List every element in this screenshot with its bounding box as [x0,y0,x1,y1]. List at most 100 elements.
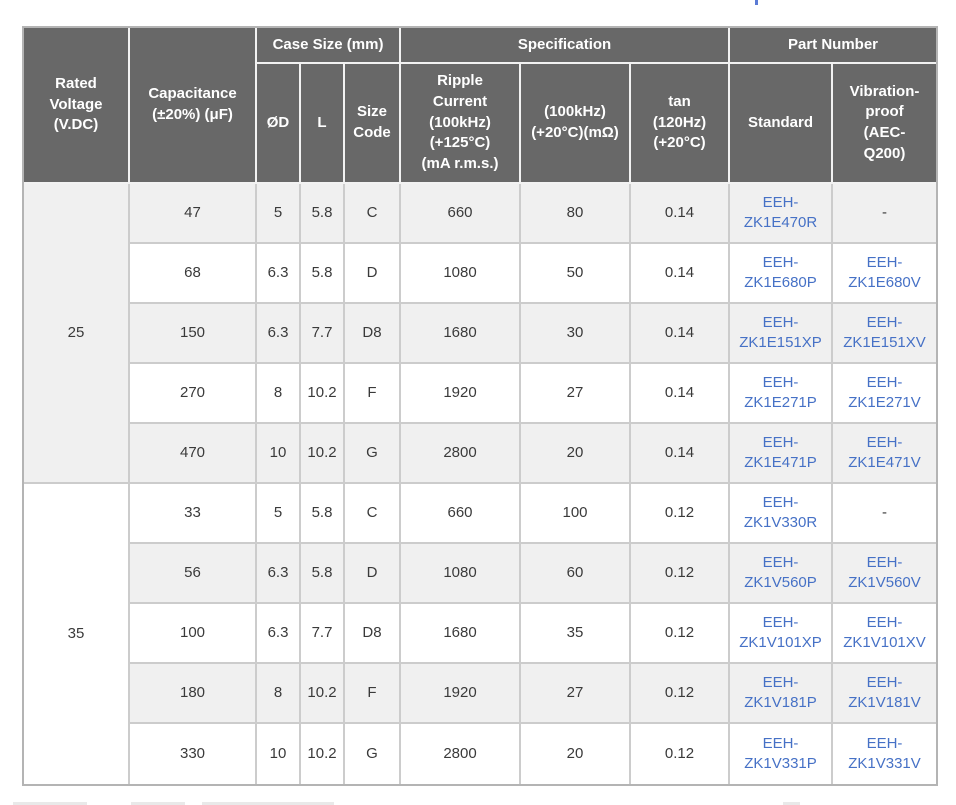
table-row: 470 10 10.2 G 2800 20 0.14 EEH-ZK1E471P … [24,424,936,484]
table-row: 68 6.3 5.8 D 1080 50 0.14 EEH-ZK1E680P E… [24,244,936,304]
cell-capacitance: 330 [130,724,257,784]
table-row: 25 47 5 5.8 C 660 80 0.14 EEH-ZK1E470R - [24,184,936,244]
vibration-part-link[interactable]: EEH-ZK1V101XV [839,613,930,653]
cell-vibration-part: EEH-ZK1V331V [833,724,936,784]
cell-capacitance: 47 [130,184,257,244]
cell-standard-part: EEH-ZK1V331P [730,724,833,784]
standard-part-link[interactable]: EEH-ZK1E151XP [736,313,825,353]
table-row: 330 10 10.2 G 2800 20 0.12 EEH-ZK1V331P … [24,724,936,784]
cell-standard-part: EEH-ZK1E271P [730,364,833,424]
header-vibration-proof: Vibration- proof (AEC- Q200) [833,64,936,184]
standard-part-link[interactable]: EEH-ZK1E271P [736,373,825,413]
cell-ripple-current: 660 [401,484,521,544]
cell-length: 5.8 [301,244,345,304]
cell-rated-voltage: 25 [24,184,130,484]
cell-length: 10.2 [301,424,345,484]
cell-diameter: 10 [257,424,301,484]
header-tan-delta: tan (120Hz) (+20°C) [631,64,730,184]
cell-size-code: F [345,664,401,724]
standard-part-link[interactable]: EEH-ZK1E680P [736,253,825,293]
cell-capacitance: 33 [130,484,257,544]
cell-ripple-current: 660 [401,184,521,244]
vibration-part-link[interactable]: EEH-ZK1E471V [839,433,930,473]
cell-tan-delta: 0.12 [631,724,730,784]
cell-impedance: 35 [521,604,631,664]
cell-tan-delta: 0.14 [631,364,730,424]
cell-capacitance: 270 [130,364,257,424]
cell-vibration-part: EEH-ZK1V560V [833,544,936,604]
header-group-row: Rated Voltage (V.DC) Capacitance (±20%) … [24,28,936,64]
cell-tan-delta: 0.12 [631,484,730,544]
cell-impedance: 60 [521,544,631,604]
header-group-case-size: Case Size (mm) [257,28,401,64]
header-length: L [301,64,345,184]
vibration-part-link[interactable]: EEH-ZK1E680V [839,253,930,293]
cell-ripple-current: 1680 [401,304,521,364]
header-impedance: (100kHz) (+20°C)(mΩ) [521,64,631,184]
cell-diameter: 6.3 [257,304,301,364]
cell-standard-part: EEH-ZK1V101XP [730,604,833,664]
standard-part-link[interactable]: EEH-ZK1V181P [736,673,825,713]
cell-size-code: D8 [345,304,401,364]
standard-part-link[interactable]: EEH-ZK1E470R [736,193,825,233]
cell-ripple-current: 1920 [401,664,521,724]
cell-impedance: 27 [521,664,631,724]
cell-tan-delta: 0.12 [631,544,730,604]
standard-part-link[interactable]: EEH-ZK1V331P [736,734,825,774]
cell-capacitance: 100 [130,604,257,664]
cell-impedance: 30 [521,304,631,364]
standard-part-link[interactable]: EEH-ZK1V560P [736,553,825,593]
cell-tan-delta: 0.14 [631,184,730,244]
vibration-part-empty: - [882,504,887,521]
cell-tan-delta: 0.14 [631,424,730,484]
vibration-part-link[interactable]: EEH-ZK1V331V [839,734,930,774]
cell-standard-part: EEH-ZK1E470R [730,184,833,244]
standard-part-link[interactable]: EEH-ZK1V101XP [736,613,825,653]
cell-vibration-part: EEH-ZK1E471V [833,424,936,484]
table-row: 35 33 5 5.8 C 660 100 0.12 EEH-ZK1V330R … [24,484,936,544]
cell-diameter: 10 [257,724,301,784]
capacitor-spec-table: Rated Voltage (V.DC) Capacitance (±20%) … [22,26,938,786]
header-diameter: ØD [257,64,301,184]
cell-impedance: 50 [521,244,631,304]
cell-diameter: 6.3 [257,604,301,664]
cell-impedance: 20 [521,724,631,784]
cell-length: 10.2 [301,724,345,784]
cell-size-code: C [345,184,401,244]
cell-impedance: 80 [521,184,631,244]
clipped-blue-text-fragment [755,0,758,5]
cell-tan-delta: 0.12 [631,604,730,664]
vibration-part-link[interactable]: EEH-ZK1V560V [839,553,930,593]
cell-ripple-current: 2800 [401,424,521,484]
cell-standard-part: EEH-ZK1E151XP [730,304,833,364]
header-rated-voltage: Rated Voltage (V.DC) [24,28,130,184]
cell-size-code: G [345,724,401,784]
table-row: 100 6.3 7.7 D8 1680 35 0.12 EEH-ZK1V101X… [24,604,936,664]
cell-vibration-part: - [833,484,936,544]
vibration-part-link[interactable]: EEH-ZK1V181V [839,673,930,713]
cell-ripple-current: 1920 [401,364,521,424]
cell-ripple-current: 1080 [401,244,521,304]
header-group-specification: Specification [401,28,730,64]
cell-vibration-part: EEH-ZK1V101XV [833,604,936,664]
page: Rated Voltage (V.DC) Capacitance (±20%) … [0,0,956,805]
cell-diameter: 8 [257,664,301,724]
cell-diameter: 6.3 [257,244,301,304]
cell-length: 5.8 [301,484,345,544]
standard-part-link[interactable]: EEH-ZK1E471P [736,433,825,473]
cell-size-code: C [345,484,401,544]
cell-ripple-current: 1680 [401,604,521,664]
cell-vibration-part: - [833,184,936,244]
cell-tan-delta: 0.14 [631,244,730,304]
cell-length: 7.7 [301,304,345,364]
cell-ripple-current: 1080 [401,544,521,604]
standard-part-link[interactable]: EEH-ZK1V330R [736,493,825,533]
vibration-part-link[interactable]: EEH-ZK1E271V [839,373,930,413]
cell-diameter: 5 [257,184,301,244]
vibration-part-link[interactable]: EEH-ZK1E151XV [839,313,930,353]
cell-diameter: 8 [257,364,301,424]
cell-size-code: F [345,364,401,424]
header-standard: Standard [730,64,833,184]
cell-capacitance: 56 [130,544,257,604]
cell-size-code: D [345,544,401,604]
